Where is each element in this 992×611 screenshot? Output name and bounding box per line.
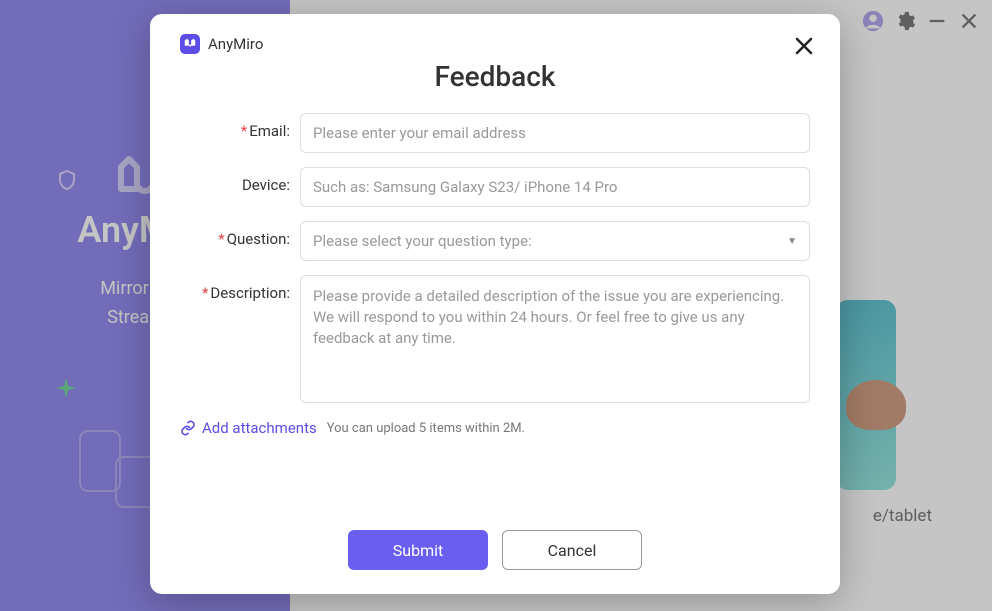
modal-app-title: AnyMiro <box>208 35 263 53</box>
device-field[interactable] <box>300 167 810 207</box>
feedback-modal: AnyMiro Feedback *Email: Device: *Questi… <box>150 14 840 594</box>
required-star: * <box>218 230 224 248</box>
email-label: *Email: <box>180 113 300 140</box>
description-row: *Description: <box>180 275 810 403</box>
required-star: * <box>202 284 208 302</box>
close-button[interactable] <box>790 32 818 60</box>
email-field[interactable] <box>300 113 810 153</box>
submit-button[interactable]: Submit <box>348 530 488 570</box>
question-placeholder: Please select your question type: <box>313 232 532 250</box>
description-label: *Description: <box>180 275 300 302</box>
app-icon <box>180 34 200 54</box>
attachments-hint: You can upload 5 items within 2M. <box>327 421 525 436</box>
attachments-row: Add attachments You can upload 5 items w… <box>180 419 810 437</box>
required-star: * <box>241 122 247 140</box>
description-field[interactable] <box>300 275 810 403</box>
email-row: *Email: <box>180 113 810 153</box>
device-row: Device: <box>180 167 810 207</box>
question-label: *Question: <box>180 221 300 248</box>
device-label: Device: <box>180 167 300 194</box>
modal-title: Feedback <box>180 60 810 93</box>
close-icon <box>795 37 813 55</box>
cancel-button[interactable]: Cancel <box>502 530 642 570</box>
question-row: *Question: Please select your question t… <box>180 221 810 261</box>
add-attachments-link[interactable]: Add attachments <box>180 419 317 437</box>
chevron-down-icon: ▼ <box>787 236 797 247</box>
question-select[interactable]: Please select your question type: ▼ <box>300 221 810 261</box>
link-icon <box>180 420 196 436</box>
modal-footer: Submit Cancel <box>150 530 840 570</box>
modal-header: AnyMiro <box>180 34 810 54</box>
